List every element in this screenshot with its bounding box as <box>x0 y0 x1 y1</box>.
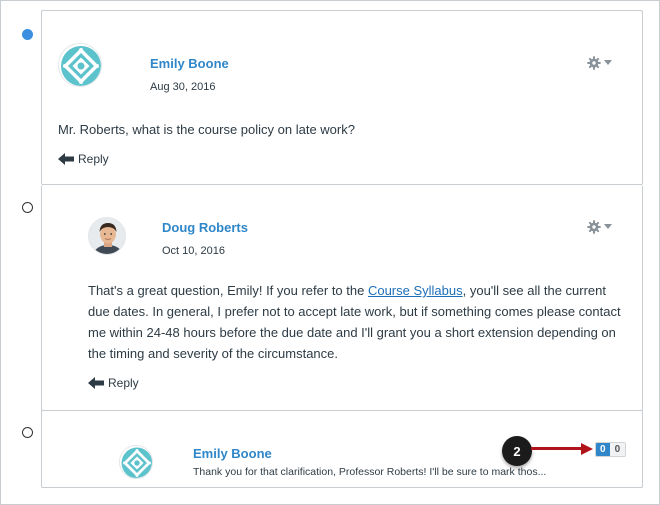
author-name[interactable]: Emily Boone <box>150 56 229 71</box>
reply-button[interactable]: Reply <box>58 152 109 166</box>
reply-arrow-icon <box>88 377 104 389</box>
reply-count-badge[interactable]: 0 0 <box>595 442 627 457</box>
message-body: That's a great question, Emily! If you r… <box>88 280 628 364</box>
annotation-arrow-head <box>581 443 593 455</box>
total-replies-count: 0 <box>609 443 626 456</box>
read-indicator[interactable] <box>22 202 33 213</box>
post-date: Aug 30, 2016 <box>150 81 216 93</box>
author-name[interactable]: Emily Boone <box>193 446 272 461</box>
entry-settings-button[interactable] <box>587 56 612 70</box>
chevron-down-icon <box>604 224 612 229</box>
reply-label: Reply <box>78 152 109 166</box>
entry-settings-button[interactable] <box>587 220 612 234</box>
post-date: Oct 10, 2016 <box>162 245 225 257</box>
course-syllabus-link[interactable]: Course Syllabus <box>368 283 463 298</box>
reply-label: Reply <box>108 376 139 390</box>
author-name[interactable]: Doug Roberts <box>162 220 248 235</box>
quilt-avatar-icon <box>120 446 152 478</box>
avatar[interactable] <box>119 445 153 479</box>
callout-badge: 2 <box>502 436 532 466</box>
unread-replies-count: 0 <box>596 443 610 456</box>
reply-arrow-icon <box>58 153 74 165</box>
message-preview: Thank you for that clarification, Profes… <box>193 466 547 478</box>
unread-indicator[interactable] <box>22 29 33 40</box>
gear-icon <box>587 56 601 70</box>
quilt-avatar-icon <box>59 44 101 86</box>
read-indicator[interactable] <box>22 427 33 438</box>
avatar[interactable] <box>58 43 102 87</box>
avatar[interactable] <box>88 217 126 255</box>
reply-button[interactable]: Reply <box>88 376 139 390</box>
chevron-down-icon <box>604 60 612 65</box>
message-body: Mr. Roberts, what is the course policy o… <box>58 122 355 137</box>
discussion-entry-reply: Doug Roberts Oct 10, 2016 That's a great… <box>41 185 643 411</box>
annotation-arrow-line <box>531 447 583 450</box>
message-text: That's a great question, Emily! If you r… <box>88 283 368 298</box>
discussion-entry: Emily Boone Aug 30, 2016 Mr. Roberts, wh… <box>41 10 643 185</box>
user-photo-icon <box>89 218 125 254</box>
gear-icon <box>587 220 601 234</box>
